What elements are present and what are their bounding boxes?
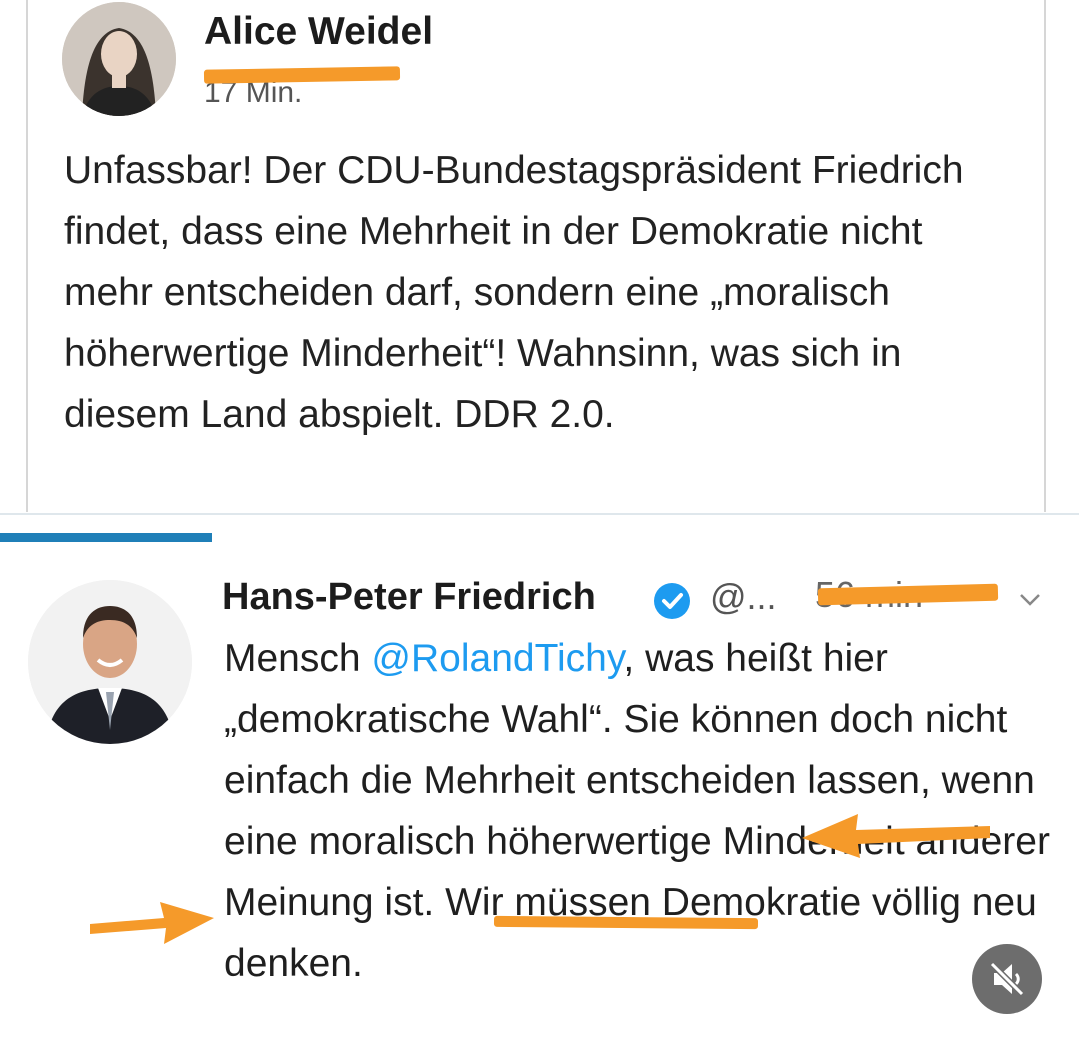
mute-button[interactable] <box>972 944 1042 1014</box>
speaker-muted-icon <box>989 961 1025 997</box>
highlight-underline <box>493 915 759 930</box>
redaction-bar <box>817 583 999 606</box>
avatar-hans-peter-friedrich[interactable] <box>28 580 192 744</box>
post-text-2-part1: Mensch <box>224 637 372 680</box>
story-progress-bar <box>0 533 212 542</box>
author-handle[interactable]: @... <box>710 576 777 618</box>
avatar-alice-weidel[interactable] <box>62 2 176 116</box>
arrow-left-annotation-icon <box>802 814 990 858</box>
verified-badge-icon <box>654 583 690 619</box>
arrow-right-annotation-icon <box>90 902 214 944</box>
author-name-alice[interactable]: Alice Weidel <box>204 10 433 54</box>
avatar-portrait-icon <box>62 2 176 116</box>
chevron-down-icon[interactable] <box>1018 590 1042 610</box>
mention-link[interactable]: @RolandTichy <box>371 637 623 680</box>
post-text-1: Unfassbar! Der CDU-Bundestagspräsident F… <box>64 149 964 436</box>
author-name-friedrich[interactable]: Hans-Peter Friedrich <box>222 576 596 619</box>
divider <box>0 513 1079 515</box>
avatar-portrait-icon <box>28 580 192 744</box>
